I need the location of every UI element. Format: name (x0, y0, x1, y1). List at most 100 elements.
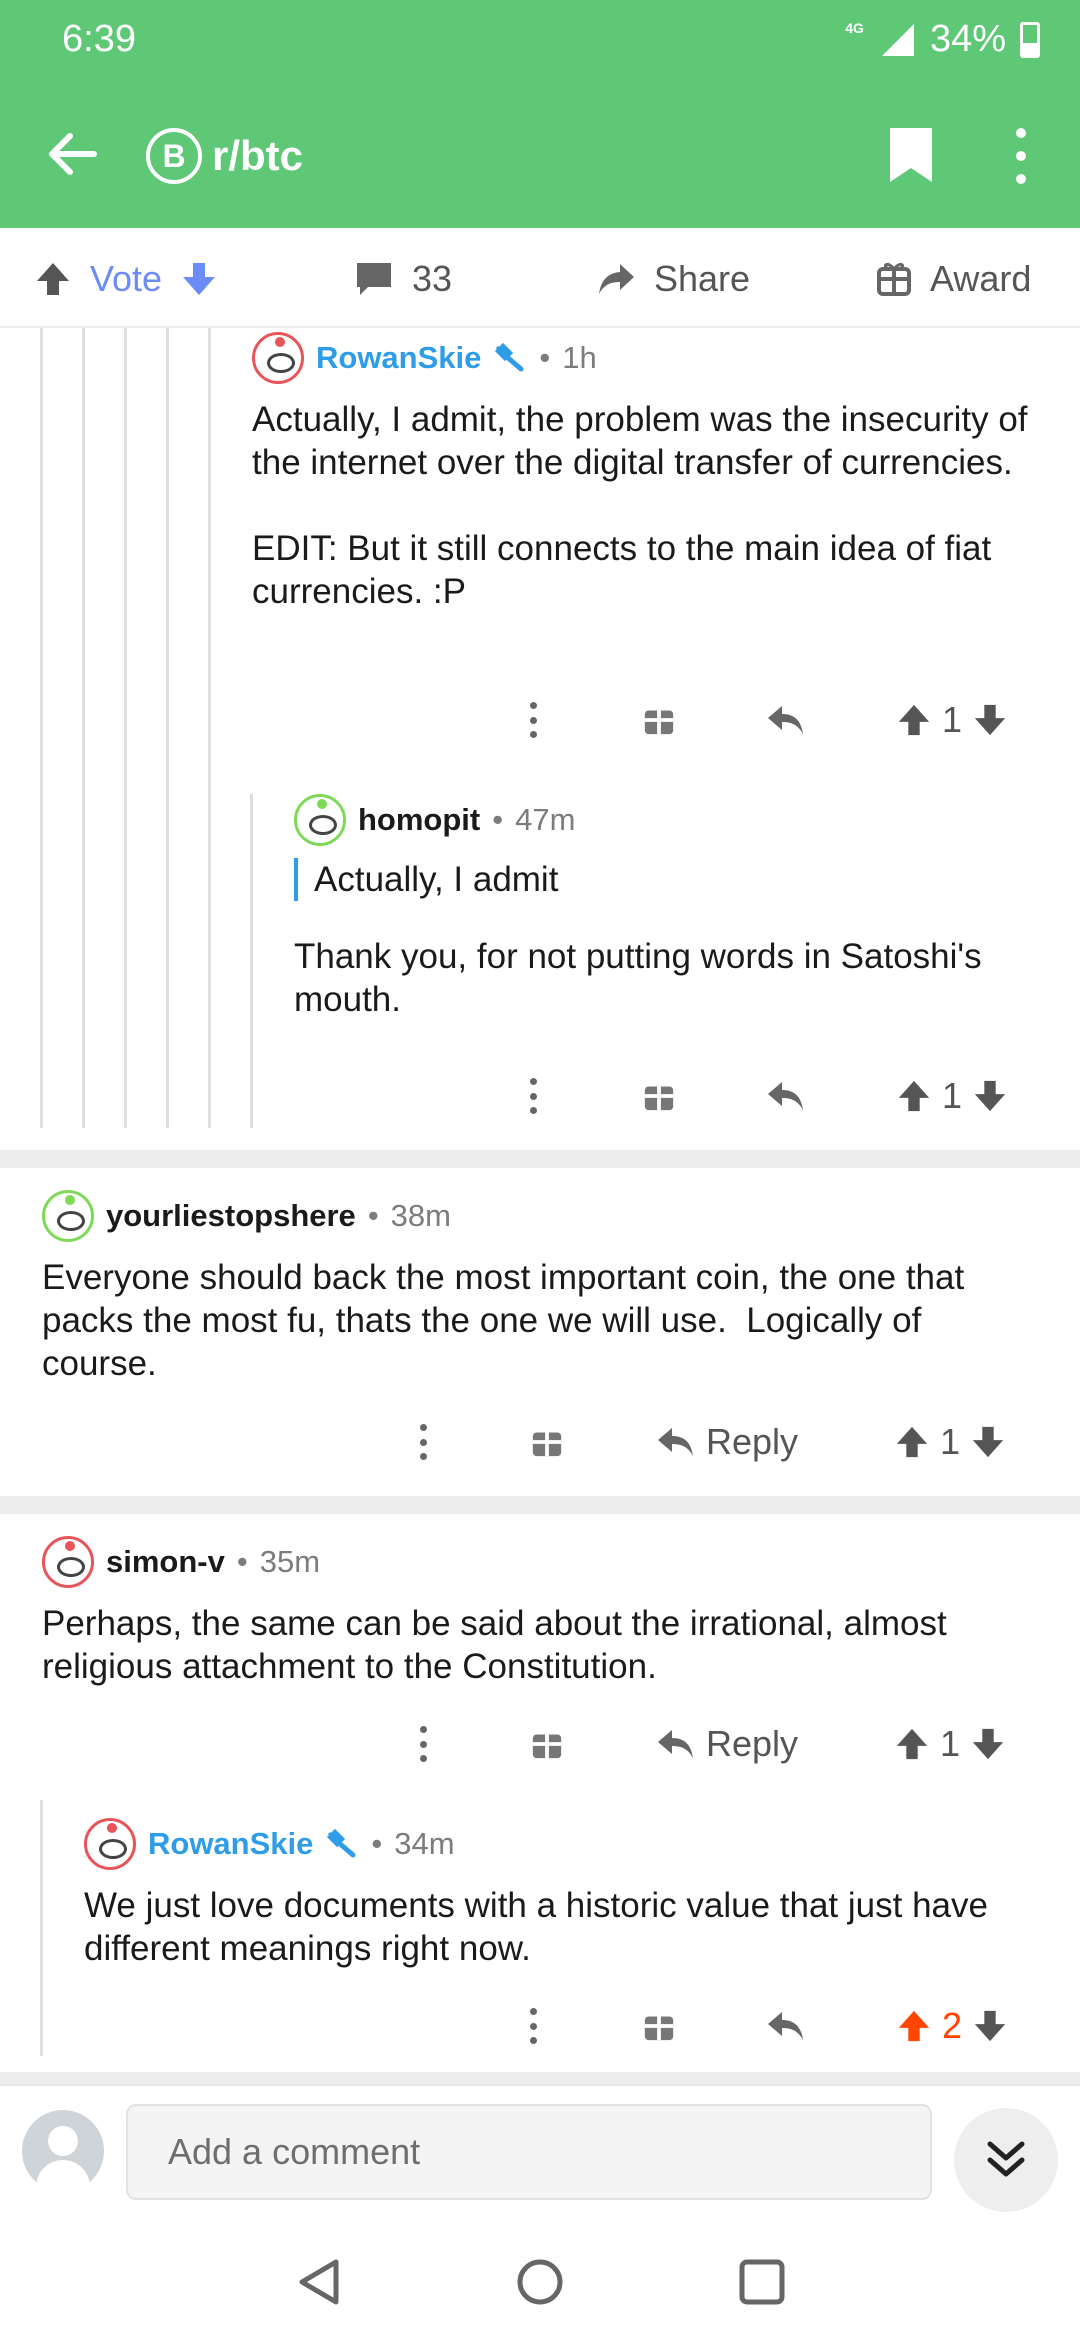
comment-actions: 1 (252, 692, 1052, 748)
status-bar: 6:39 4G 34% (0, 0, 1080, 80)
comment-actions: Reply 1 (0, 1716, 1080, 1772)
signal-icon (881, 23, 914, 56)
bitcoin-icon[interactable]: B (146, 128, 202, 184)
downvote-icon[interactable] (180, 260, 218, 298)
upvote-icon[interactable] (894, 1424, 930, 1460)
nav-recents-icon[interactable] (734, 2254, 790, 2310)
thread-line[interactable] (208, 328, 211, 1128)
username[interactable]: homopit (358, 802, 480, 838)
more-options-icon[interactable] (530, 702, 538, 738)
comments-count: 33 (412, 258, 453, 299)
vote-control: 1 (894, 1723, 1006, 1765)
comment-age-separator: • (539, 340, 551, 375)
collapse-button[interactable] (954, 2108, 1058, 2212)
upvote-icon[interactable] (34, 260, 72, 298)
downvote-icon[interactable] (970, 1424, 1006, 1460)
reply-button[interactable]: Reply (656, 1723, 798, 1765)
comment-body: Thank you, for not putting words in Sato… (294, 937, 992, 1019)
comment-age: 34m (394, 1826, 455, 1861)
upvote-icon[interactable] (896, 702, 932, 738)
bitcoin-glyph: B (162, 137, 186, 174)
comment-header: RowanSkie • 34m (84, 1818, 1054, 1870)
username[interactable]: simon-v (106, 1544, 225, 1580)
more-options-icon[interactable] (420, 1726, 428, 1762)
comment-age: 38m (390, 1198, 451, 1233)
reply-icon[interactable] (766, 2008, 806, 2044)
comment-age: 47m (515, 802, 576, 837)
comment: RowanSkie • 1h Actually, I admit, the pr… (252, 332, 1052, 613)
thread-line[interactable] (40, 1800, 43, 2056)
double-chevron-down-icon (987, 2141, 1025, 2177)
award-icon[interactable] (530, 1727, 564, 1761)
comment-age: 1h (562, 340, 597, 375)
reply-button[interactable]: Reply (656, 1421, 798, 1463)
upvote-icon[interactable] (894, 1726, 930, 1762)
avatar[interactable] (294, 794, 346, 846)
nav-home-icon[interactable] (512, 2254, 568, 2310)
vote-control: 1 (896, 1075, 1008, 1117)
comment-body: Actually, I admit, the problem was the i… (252, 400, 1028, 611)
comment-actions: 2 (252, 1998, 1052, 2054)
downvote-icon[interactable] (970, 1726, 1006, 1762)
upvote-icon[interactable] (896, 2008, 932, 2044)
comments-count-button[interactable]: 33 (354, 254, 452, 304)
user-avatar[interactable] (22, 2110, 104, 2192)
award-button[interactable]: Award (876, 254, 1031, 304)
more-options-icon[interactable] (420, 1424, 428, 1460)
reply-icon[interactable] (766, 1078, 806, 1114)
more-options-icon[interactable] (530, 2008, 538, 2044)
comment-divider (0, 2072, 1080, 2084)
downvote-icon[interactable] (972, 702, 1008, 738)
reply-icon[interactable] (766, 702, 806, 738)
comment: simon-v • 35m Perhaps, the same can be s… (42, 1536, 1042, 1688)
comment-age-separator: • (236, 1544, 248, 1579)
comment: yourliestopshere • 38m Everyone should b… (42, 1190, 1042, 1385)
add-comment-input[interactable] (126, 2104, 932, 2200)
avatar[interactable] (252, 332, 304, 384)
award-icon[interactable] (642, 703, 676, 737)
downvote-icon[interactable] (972, 2008, 1008, 2044)
comment-body: We just love documents with a historic v… (84, 1886, 998, 1968)
thread-line[interactable] (82, 328, 85, 1128)
upvote-icon[interactable] (896, 1078, 932, 1114)
comment-composer (0, 2084, 1080, 2224)
nav-back-icon[interactable] (292, 2254, 348, 2310)
share-icon (599, 264, 634, 294)
reply-icon (658, 1730, 693, 1758)
moderator-icon (495, 343, 524, 372)
comment-age: 35m (259, 1544, 321, 1579)
username[interactable]: RowanSkie (316, 340, 481, 376)
reply-icon (658, 1428, 693, 1456)
thread-line[interactable] (166, 328, 169, 1128)
score: 2 (942, 2005, 963, 2046)
bookmark-icon[interactable] (888, 126, 934, 184)
back-arrow-icon[interactable] (42, 124, 102, 184)
more-options-icon[interactable] (1006, 128, 1036, 184)
network-type: 4G (845, 19, 864, 36)
share-button[interactable]: Share (596, 254, 750, 304)
comment: homopit • 47m Actually, I admit Thank yo… (294, 794, 1054, 1021)
vote-control: 1 (894, 1421, 1006, 1463)
comment-header: simon-v • 35m (42, 1536, 1042, 1588)
thread-line[interactable] (124, 328, 127, 1128)
vote-control: Vote (34, 254, 218, 304)
award-icon[interactable] (642, 2009, 676, 2043)
subreddit-name[interactable]: r/btc (212, 132, 303, 180)
downvote-icon[interactable] (972, 1078, 1008, 1114)
score: 1 (942, 699, 963, 740)
avatar[interactable] (42, 1190, 94, 1242)
vote-control: 2 (896, 2005, 1008, 2047)
avatar[interactable] (84, 1818, 136, 1870)
award-icon[interactable] (642, 1079, 676, 1113)
comment-divider (0, 1150, 1080, 1168)
moderator-icon (327, 1829, 356, 1858)
comment-header: homopit • 47m (294, 794, 1054, 846)
username[interactable]: RowanSkie (148, 1826, 313, 1862)
thread-line[interactable] (40, 328, 43, 1128)
avatar[interactable] (42, 1536, 94, 1588)
award-icon[interactable] (530, 1425, 564, 1459)
more-options-icon[interactable] (530, 1078, 538, 1114)
username[interactable]: yourliestopshere (106, 1198, 356, 1234)
comment-divider (0, 1496, 1080, 1514)
battery-percent: 34% (929, 18, 1006, 60)
